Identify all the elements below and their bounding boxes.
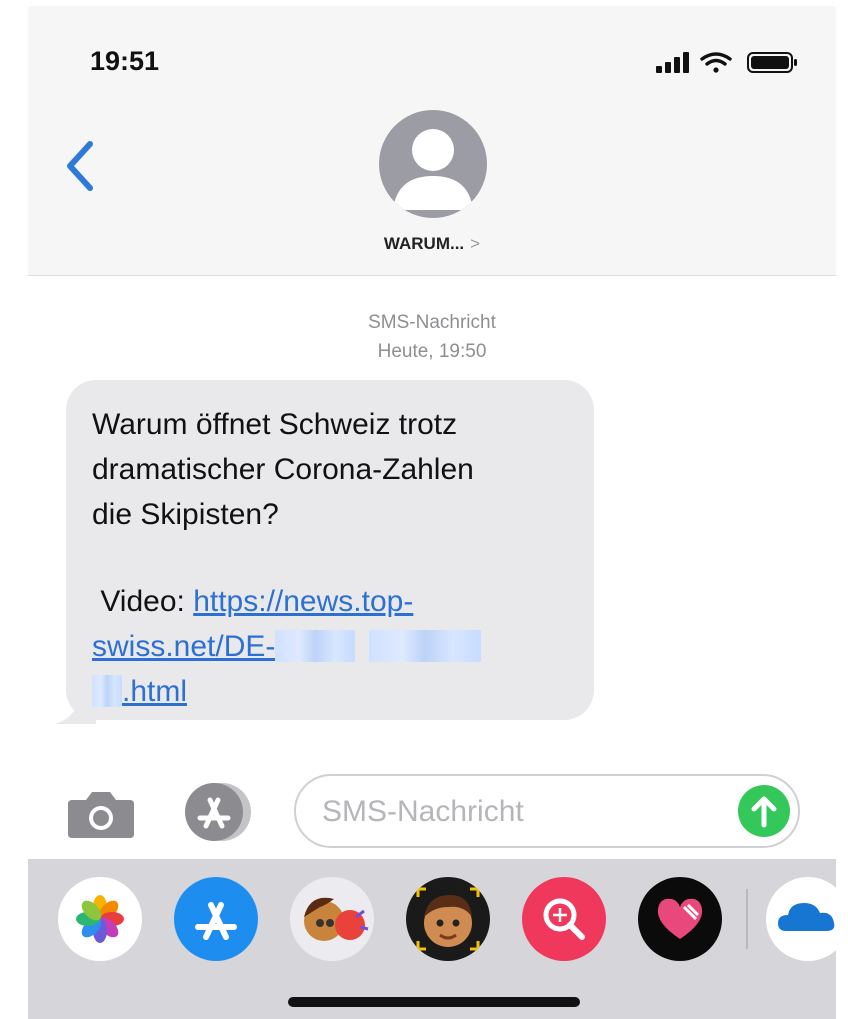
received-message-bubble: Warum öffnet Schweiz trotz dramatischer … bbox=[66, 380, 594, 720]
message-meta: SMS-Nachricht Heute, 19:50 bbox=[28, 308, 836, 366]
animoji-icon[interactable] bbox=[406, 877, 490, 961]
status-time: 19:51 bbox=[90, 46, 160, 76]
redacted-text bbox=[275, 630, 356, 662]
message-link[interactable]: .html bbox=[122, 675, 187, 708]
chevron-left-icon[interactable] bbox=[60, 138, 100, 194]
arrow-up-icon bbox=[751, 796, 777, 828]
message-line: Warum öffnet Schweiz trotz bbox=[92, 408, 458, 441]
redacted-text bbox=[369, 630, 482, 662]
message-link[interactable]: https://news.top- bbox=[193, 585, 413, 618]
contact-avatar[interactable] bbox=[379, 110, 487, 218]
person-icon bbox=[393, 129, 473, 210]
app-drawer bbox=[28, 859, 836, 1019]
message-link-line: .html bbox=[92, 669, 570, 714]
redacted-text bbox=[92, 675, 122, 707]
app-store-icon[interactable] bbox=[174, 877, 258, 961]
message-link-line: Video: https://news.top- bbox=[92, 579, 570, 624]
signal-icon bbox=[656, 52, 689, 73]
status-icons bbox=[656, 52, 797, 73]
conversation-header: 19:51 WARUM... > bbox=[28, 6, 836, 276]
phone-screen: 19:51 WARUM... > SMS-Nachricht Heute, 19… bbox=[28, 6, 836, 1019]
memoji-stickers-icon[interactable] bbox=[290, 877, 374, 961]
camera-icon[interactable] bbox=[66, 788, 136, 840]
web-search-icon[interactable] bbox=[522, 877, 606, 961]
sms-input-field[interactable] bbox=[294, 774, 800, 848]
digital-touch-icon[interactable] bbox=[638, 877, 722, 961]
contact-name: WARUM... bbox=[383, 234, 465, 253]
photos-icon[interactable] bbox=[58, 877, 142, 961]
message-link[interactable]: swiss.net/DE- bbox=[92, 630, 275, 663]
message-timestamp: Heute, 19:50 bbox=[377, 341, 487, 362]
drawer-divider bbox=[746, 889, 748, 949]
home-indicator bbox=[288, 997, 580, 1007]
chevron-right-icon: > bbox=[470, 234, 481, 253]
message-type-label: SMS-Nachricht bbox=[368, 312, 496, 333]
battery-icon bbox=[747, 52, 797, 73]
message-link-line: swiss.net/DE- bbox=[92, 624, 570, 669]
app-store-icon[interactable] bbox=[178, 780, 258, 844]
cloud-icon[interactable] bbox=[766, 877, 836, 961]
sms-input[interactable] bbox=[322, 788, 702, 836]
contact-name-button[interactable]: WARUM... > bbox=[28, 234, 836, 254]
video-label: Video: bbox=[100, 585, 194, 618]
message-line: dramatischer Corona-Zahlen bbox=[92, 453, 474, 486]
send-button[interactable] bbox=[738, 785, 790, 837]
wifi-icon bbox=[700, 52, 732, 73]
message-line: die Skipisten? bbox=[92, 498, 279, 531]
